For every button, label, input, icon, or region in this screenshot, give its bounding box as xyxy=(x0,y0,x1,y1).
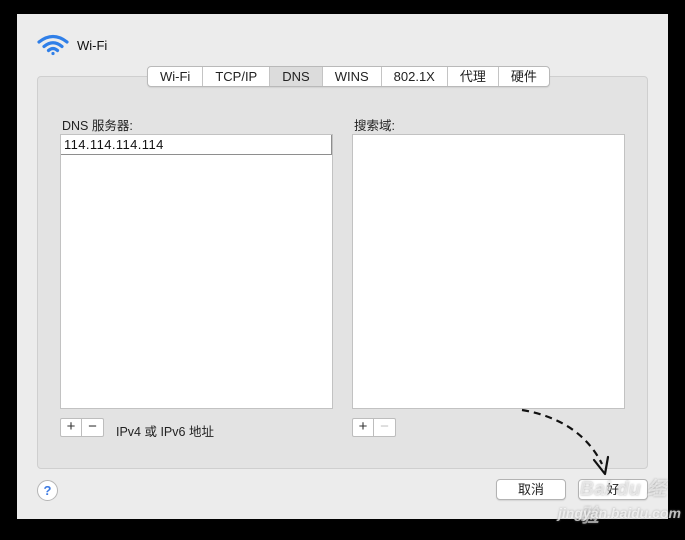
watermark-url: jingyan.baidu.com xyxy=(558,505,681,521)
tab-wins[interactable]: WINS xyxy=(323,67,382,86)
tab-dns[interactable]: DNS xyxy=(270,67,323,86)
window-title: Wi-Fi xyxy=(77,37,108,53)
tab-wifi[interactable]: Wi-Fi xyxy=(148,67,204,86)
address-hint: IPv4 或 IPv6 地址 xyxy=(116,425,214,439)
tab-bar: Wi-Fi TCP/IP DNS WINS 802.1X 代理 硬件 xyxy=(147,66,550,87)
search-domains-list[interactable] xyxy=(352,134,625,409)
cancel-button[interactable]: 取消 xyxy=(496,479,566,500)
search-domains-label: 搜索域: xyxy=(354,119,395,133)
tab-proxy[interactable]: 代理 xyxy=(448,67,499,86)
tab-tcpip[interactable]: TCP/IP xyxy=(203,67,271,86)
dns-servers-label: DNS 服务器: xyxy=(62,119,133,133)
search-add-remove-control: + − xyxy=(352,418,396,437)
tab-hardware[interactable]: 硬件 xyxy=(499,67,549,86)
remove-dns-button[interactable]: − xyxy=(82,419,103,436)
dns-server-entry[interactable]: 114.114.114.114 xyxy=(61,135,332,155)
dns-servers-list[interactable]: 114.114.114.114 xyxy=(60,134,333,409)
tab-8021x[interactable]: 802.1X xyxy=(382,67,448,86)
help-button[interactable]: ? xyxy=(37,480,58,501)
add-search-domain-button[interactable]: + xyxy=(353,419,374,436)
add-dns-button[interactable]: + xyxy=(61,419,82,436)
wifi-icon xyxy=(37,34,69,56)
remove-search-domain-button[interactable]: − xyxy=(374,419,395,436)
dns-add-remove-control: + − xyxy=(60,418,104,437)
window-titlebar: Wi-Fi xyxy=(37,33,107,57)
